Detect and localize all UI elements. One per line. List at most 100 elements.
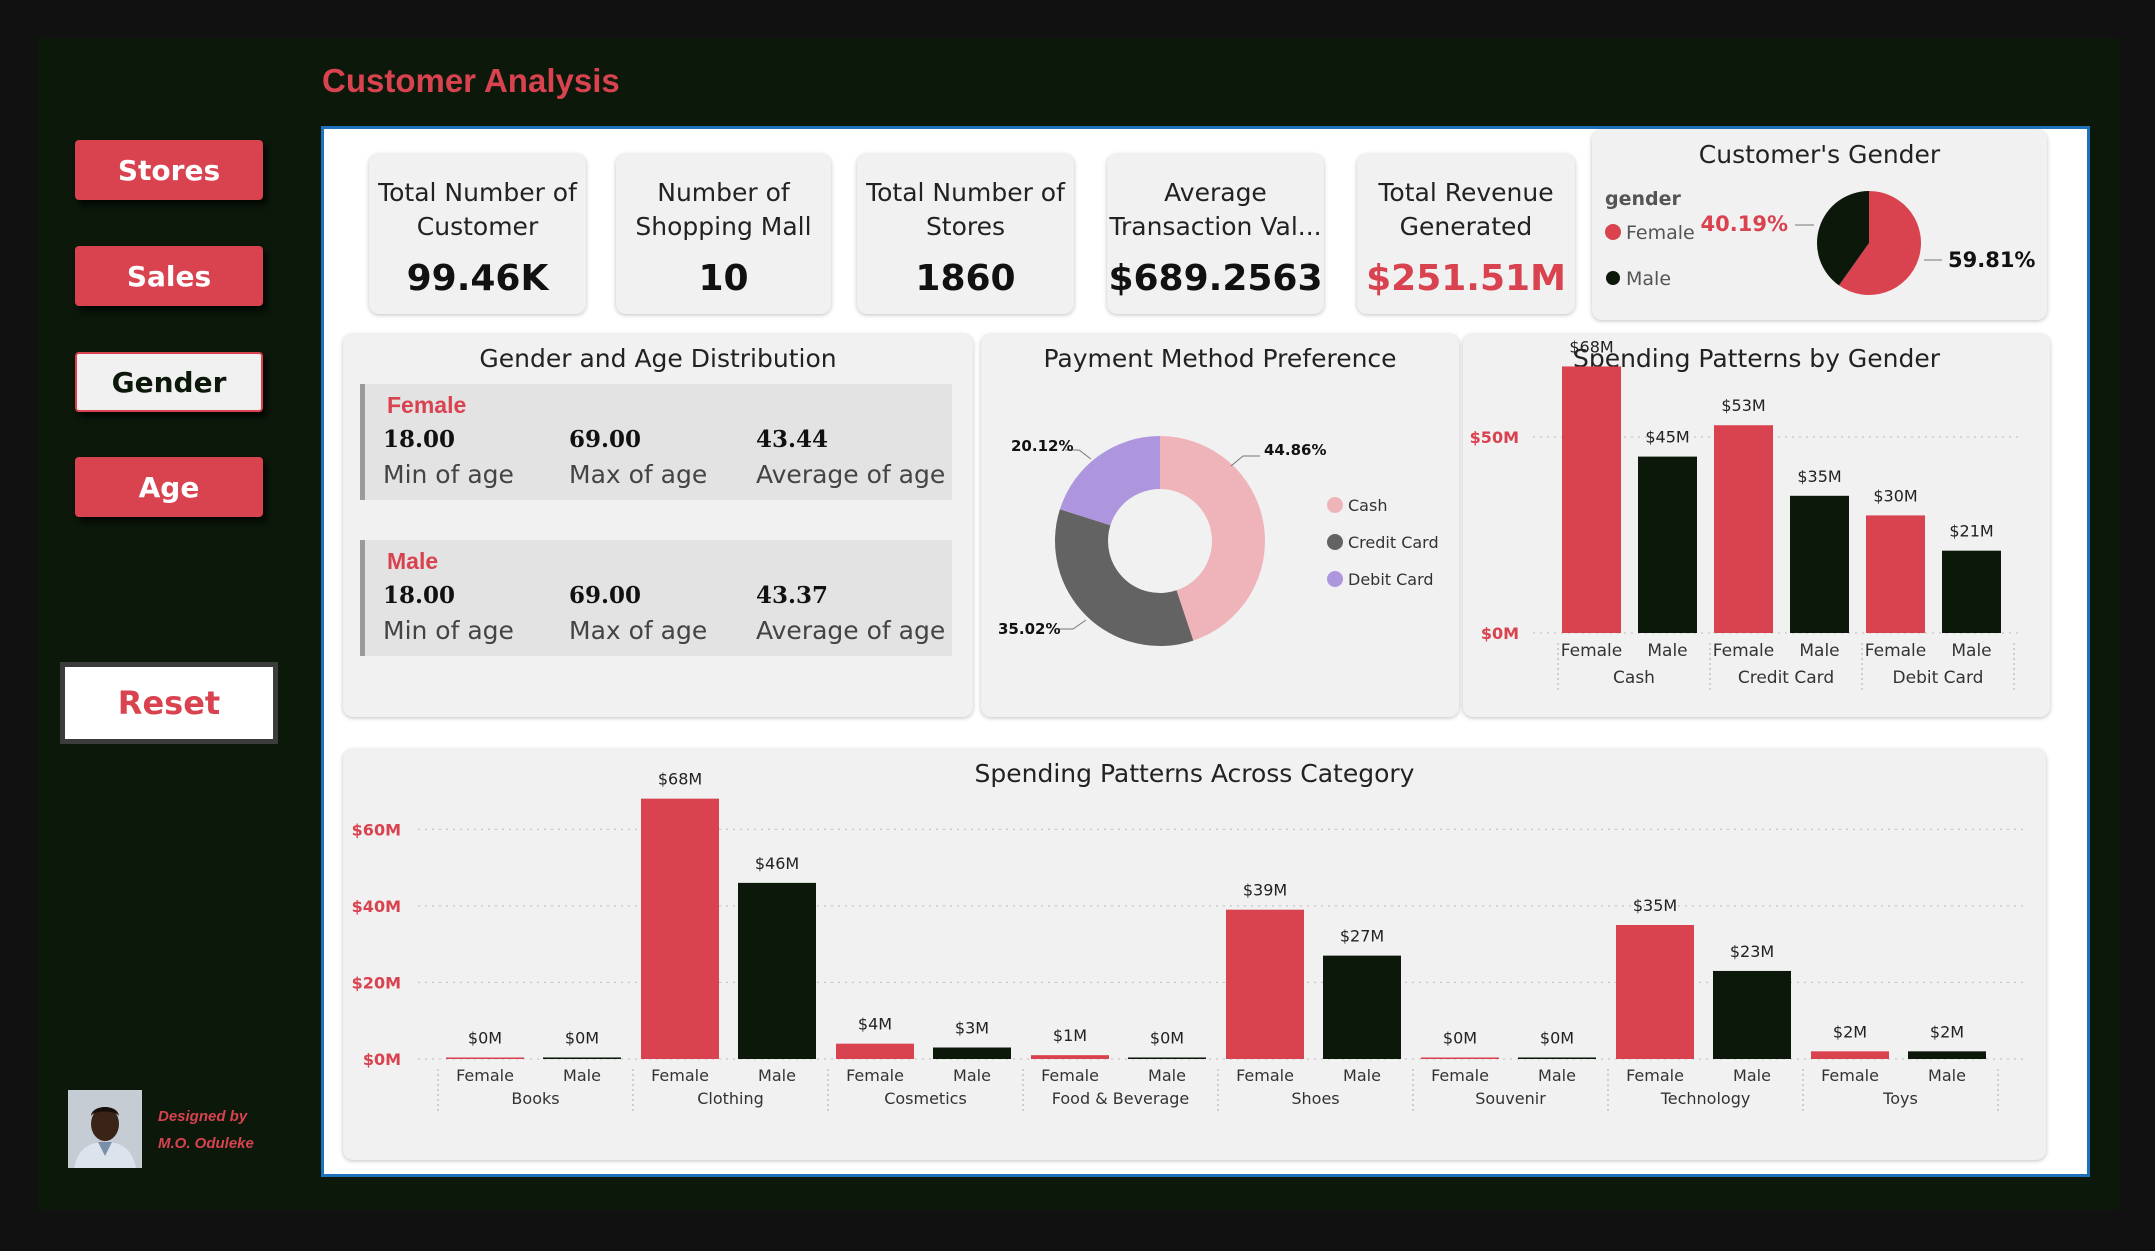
x-group-label: Debit Card <box>1893 668 1984 688</box>
kpi-value: $251.51M <box>1366 258 1566 299</box>
x-sub-label: Male <box>1799 641 1839 661</box>
kpi-average-transaction: Average Transaction Val... $689.2563 <box>1107 154 1324 314</box>
x-group-label: Credit Card <box>1738 668 1834 688</box>
customer-gender-card: Customer's Gender gender Female Male 59.81%… <box>1592 130 2047 320</box>
spending-category-bar-chart: $0M$20M$40M$60M$0MFemale$0MMaleBooks$68M… <box>352 770 2023 1112</box>
gender-pie-chart: gender Female Male 59.81% 40.19% <box>1605 188 2035 295</box>
legend-label: Credit Card <box>1348 533 1439 552</box>
legend-label: Debit Card <box>1348 570 1434 589</box>
legend-male-dot <box>1606 271 1620 285</box>
spending-gender-card: Spending Patterns by Gender $0M $50M $68M F… <box>1463 334 2050 717</box>
sales-nav-button[interactable]: Sales <box>75 246 263 306</box>
x-sub-label: Female <box>1821 1066 1879 1085</box>
bar-male <box>543 1057 621 1059</box>
male-age-block: Male 18.00 69.00 43.37 Min of age Max of… <box>360 540 952 656</box>
bar-male <box>1942 550 2001 633</box>
bar-data-label: $2M <box>1833 1022 1867 1041</box>
card-title: Gender and Age Distribution <box>479 344 837 373</box>
y-tick-label: $50M <box>1470 428 1519 447</box>
male-max-age: 69.00 <box>569 582 642 609</box>
bar-female <box>446 1057 524 1059</box>
y-tick-label: $0M <box>363 1050 401 1069</box>
designer-avatar <box>68 1090 142 1168</box>
kpi-total-stores: Total Number of Stores 1860 <box>857 154 1074 314</box>
bar-data-label: $21M <box>1949 522 1993 541</box>
kpi-value: 10 <box>698 258 749 299</box>
bar-data-label: $68M <box>1569 337 1613 356</box>
bar-male <box>1908 1051 1986 1059</box>
bar-data-label: $46M <box>755 854 799 873</box>
female-max-age: 69.00 <box>569 426 642 453</box>
age-nav-button[interactable]: Age <box>75 457 263 517</box>
legend-title: gender <box>1605 188 1682 210</box>
bar-data-label: $2M <box>1930 1022 1964 1041</box>
x-sub-label: Female <box>846 1066 904 1085</box>
x-sub-label: Female <box>1041 1066 1099 1085</box>
x-group-label: Shoes <box>1291 1089 1339 1108</box>
bar-data-label: $0M <box>565 1028 599 1047</box>
kpi-value: 1860 <box>915 258 1016 299</box>
bar-data-label: $68M <box>658 770 702 789</box>
legend-female-label: Female <box>1626 222 1695 244</box>
x-sub-label: Male <box>1647 641 1687 661</box>
bar-data-label: $3M <box>955 1019 989 1038</box>
stores-nav-button[interactable]: Stores <box>75 140 263 200</box>
x-sub-label: Male <box>1148 1066 1186 1085</box>
kpi-value: $689.2563 <box>1108 258 1323 299</box>
bar-female <box>1811 1051 1889 1059</box>
female-age-block: Female 18.00 69.00 43.44 Min of age Max … <box>360 384 952 500</box>
y-tick-label: $0M <box>1481 624 1519 643</box>
bar-male <box>1323 955 1401 1059</box>
bar-data-label: $53M <box>1721 396 1765 415</box>
x-sub-label: Female <box>1236 1066 1294 1085</box>
bar-male <box>1638 456 1697 633</box>
bar-male <box>1128 1057 1206 1059</box>
x-sub-label: Male <box>1733 1066 1771 1085</box>
x-group-label: Toys <box>1882 1089 1918 1108</box>
bar-male <box>933 1047 1011 1059</box>
bar-female <box>1226 909 1304 1059</box>
bar-data-label: $0M <box>1540 1028 1574 1047</box>
y-tick-label: $20M <box>352 973 401 992</box>
bar-data-label: $30M <box>1873 486 1917 505</box>
bar-data-label: $0M <box>1150 1028 1184 1047</box>
bar-female <box>1031 1055 1109 1059</box>
legend-dot-1 <box>1327 534 1343 550</box>
bar-female <box>1714 425 1773 633</box>
page-title: Customer Analysis <box>322 62 620 99</box>
x-sub-label: Female <box>1431 1066 1489 1085</box>
kpi-total-customers: Total Number of Customer 99.46K <box>369 154 586 314</box>
y-tick-label: $40M <box>352 897 401 916</box>
x-sub-label: Female <box>1626 1066 1684 1085</box>
gender-nav-button[interactable]: Gender <box>75 352 263 412</box>
donut-data-label: 20.12% <box>1011 437 1073 455</box>
bar-data-label: $4M <box>858 1015 892 1034</box>
bar-female <box>1616 925 1694 1059</box>
x-group-label: Technology <box>1660 1089 1751 1108</box>
bar-data-label: $39M <box>1243 881 1287 900</box>
bar-data-label: $0M <box>1443 1028 1477 1047</box>
bar-female <box>836 1043 914 1059</box>
report-canvas: Total Number of Customer 99.46K Number of… <box>321 126 2090 1177</box>
x-sub-label: Male <box>953 1066 991 1085</box>
legend-male-label: Male <box>1626 268 1671 290</box>
x-group-label: Cosmetics <box>884 1089 967 1108</box>
bar-male <box>738 882 816 1059</box>
male-min-age: 18.00 <box>383 582 456 609</box>
bar-male <box>1713 970 1791 1059</box>
x-sub-label: Female <box>1561 641 1622 661</box>
bar-female <box>1421 1057 1499 1059</box>
reset-button[interactable]: Reset <box>60 662 278 744</box>
legend-label: Cash <box>1348 496 1387 515</box>
x-group-label: Food & Beverage <box>1052 1089 1190 1108</box>
donut-data-label: 44.86% <box>1264 441 1326 459</box>
bar-data-label: $0M <box>468 1028 502 1047</box>
donut-leader-0 <box>1230 455 1260 467</box>
legend-dot-2 <box>1327 571 1343 587</box>
kpi-value: 99.46K <box>406 258 549 299</box>
bar-male <box>1518 1057 1596 1059</box>
x-sub-label: Male <box>1951 641 1991 661</box>
x-group-label: Books <box>511 1089 559 1108</box>
spending-category-card: Spending Patterns Across Category $0M $20… <box>343 749 2046 1160</box>
spending-gender-bar-chart: $0M $50M $68M Female $45M Male Cash $53M Female $… <box>1470 337 2023 691</box>
